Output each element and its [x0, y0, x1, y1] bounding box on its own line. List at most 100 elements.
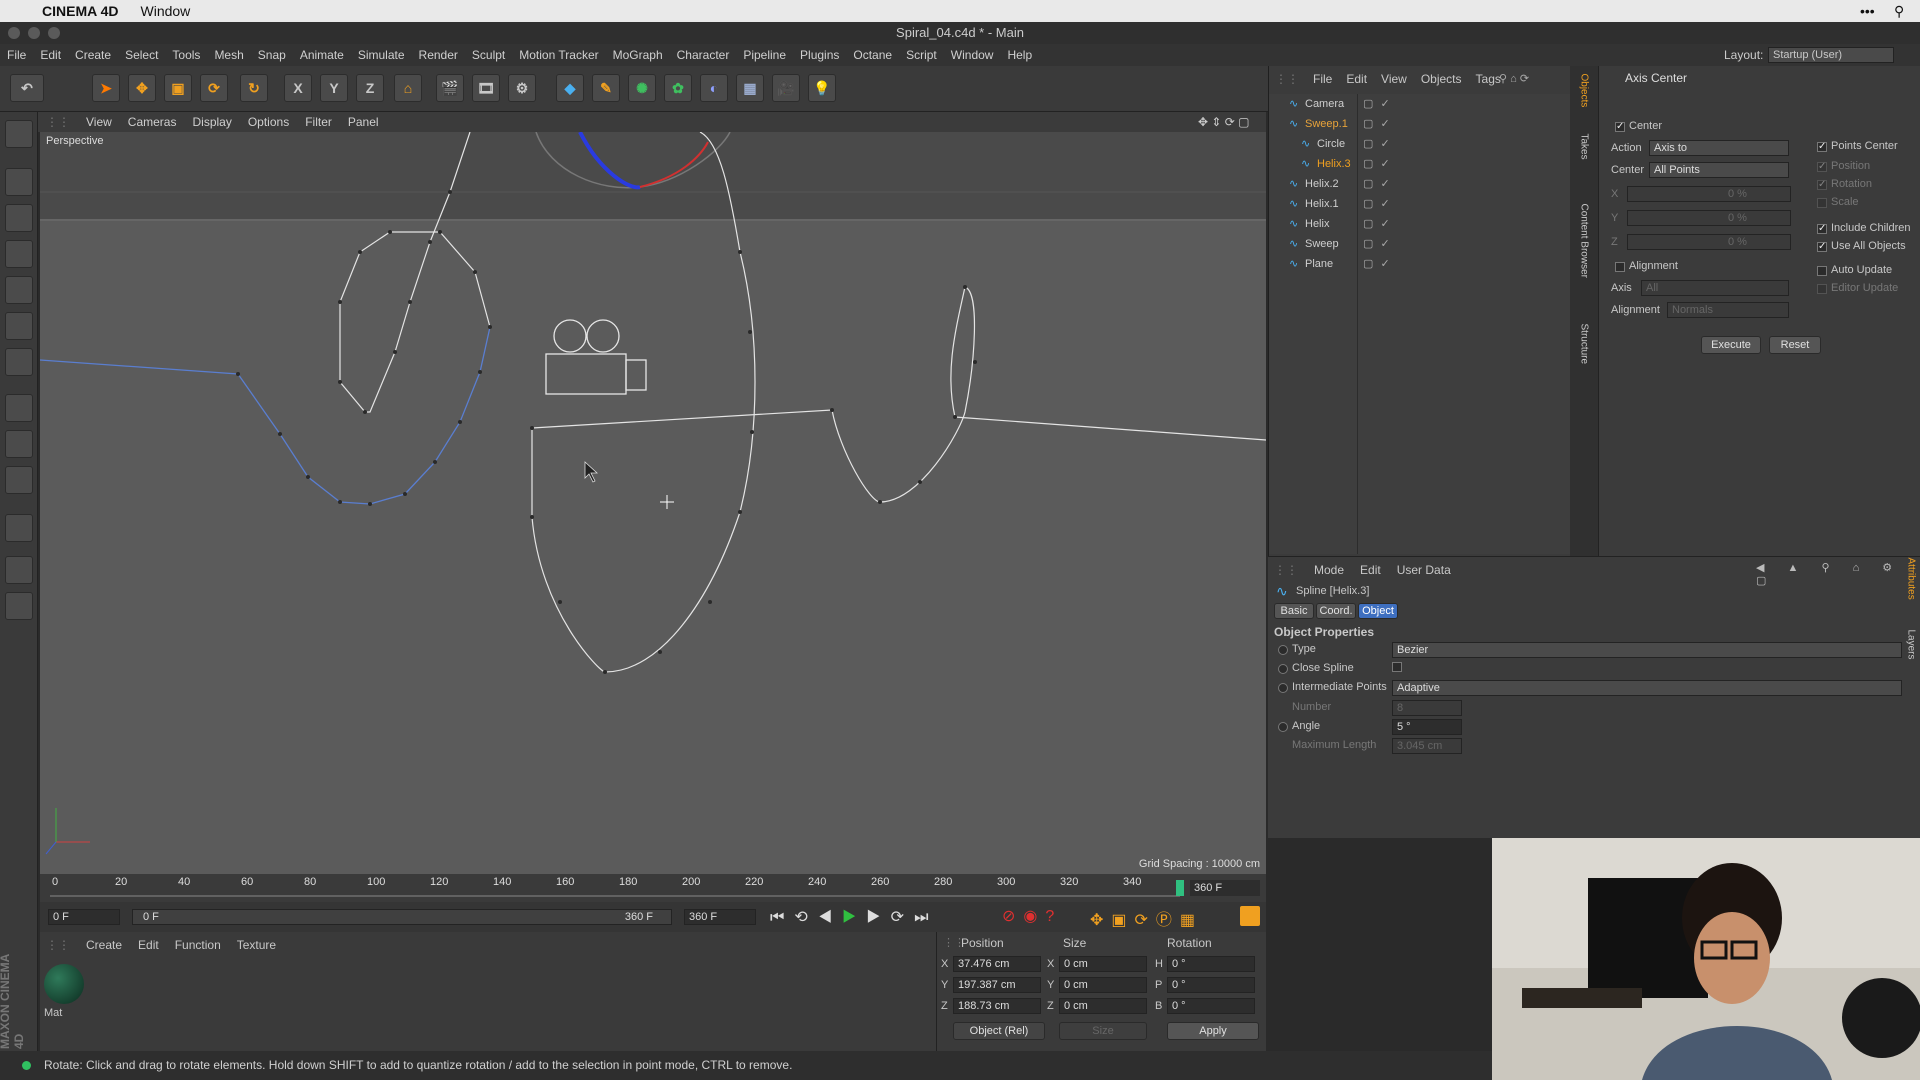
cube-icon[interactable]: ◆ [556, 74, 584, 102]
type-dropdown[interactable]: Bezier [1392, 642, 1902, 658]
object-name[interactable]: Helix.1 [1305, 194, 1339, 214]
object-row-helix-2[interactable]: ∿ Helix.2 ▢ ✓ [1269, 174, 1571, 194]
number-field[interactable]: 8 [1392, 700, 1462, 716]
menu-select[interactable]: Select [118, 48, 165, 62]
pen-spline-icon[interactable]: ✎ [592, 74, 620, 102]
viewport-menu-panel[interactable]: Panel [340, 115, 387, 129]
visibility-flags-icon[interactable]: ▢ ✓ [1363, 174, 1392, 194]
next-frame-icon[interactable]: ▶ [866, 909, 890, 926]
max-frame-field[interactable]: 360 F [684, 909, 756, 925]
attr-menu-edit[interactable]: Edit [1360, 563, 1381, 577]
viewport-menu-filter[interactable]: Filter [297, 115, 340, 129]
visibility-flags-icon[interactable]: ▢ ✓ [1363, 214, 1392, 234]
x-axis-button[interactable]: X [284, 74, 312, 102]
menu-motion-tracker[interactable]: Motion Tracker [512, 48, 605, 62]
tab-attributes[interactable]: Attributes [1906, 558, 1917, 628]
tab-object[interactable]: Object [1358, 603, 1398, 619]
menu-mograph[interactable]: MoGraph [606, 48, 670, 62]
y-percent-slider[interactable]: 0 % [1627, 210, 1791, 226]
recent-tool-icon[interactable]: ↻ [240, 74, 268, 102]
object-row-sweep-1[interactable]: ∿ Sweep.1 ▢ ✓ [1269, 114, 1571, 134]
layout-dropdown[interactable]: Startup (User) [1768, 47, 1894, 63]
tweak-mode-icon[interactable] [5, 430, 33, 458]
menu-plugins[interactable]: Plugins [793, 48, 846, 62]
angle-field[interactable]: 5 ° [1392, 719, 1462, 735]
planar-workplane-icon[interactable] [5, 592, 33, 620]
menu-file[interactable]: File [0, 48, 33, 62]
coord-mode-dropdown[interactable]: Object (Rel) [953, 1022, 1045, 1040]
objects-menu-tags[interactable]: Tags [1476, 72, 1501, 86]
objects-menu-view[interactable]: View [1381, 72, 1407, 86]
visibility-flags-icon[interactable]: ▢ ✓ [1363, 114, 1392, 134]
frame-range-slider[interactable]: 0 F 360 F [132, 909, 672, 925]
floor-icon[interactable]: ▦ [736, 74, 764, 102]
menu-animate[interactable]: Animate [293, 48, 351, 62]
object-row-plane[interactable]: ∿ Plane ▢ ✓ [1269, 254, 1571, 274]
action-dropdown[interactable]: Axis to [1649, 140, 1789, 156]
workplane-lock-icon[interactable] [5, 556, 33, 584]
object-name[interactable]: Sweep [1305, 234, 1339, 254]
pos-z-field[interactable]: 188.73 cm [953, 998, 1041, 1014]
menu-simulate[interactable]: Simulate [351, 48, 412, 62]
object-name[interactable]: Plane [1305, 254, 1333, 274]
visibility-flags-icon[interactable]: ▢ ✓ [1363, 134, 1392, 154]
menu-window[interactable]: Window [944, 48, 1001, 62]
points-center-checkbox[interactable]: ✓ [1817, 142, 1827, 152]
visibility-flags-icon[interactable]: ▢ ✓ [1363, 94, 1392, 114]
render-settings-icon[interactable]: ⚙ [508, 74, 536, 102]
size-x-field[interactable]: 0 cm [1059, 956, 1147, 972]
axis-dropdown[interactable]: All [1641, 280, 1789, 296]
next-key-icon[interactable]: ⟳ [891, 909, 914, 926]
center-dropdown[interactable]: All Points [1649, 162, 1789, 178]
viewport-menu-cameras[interactable]: Cameras [120, 115, 185, 129]
viewport-menu-view[interactable]: View [78, 115, 120, 129]
menu-pipeline[interactable]: Pipeline [736, 48, 793, 62]
minimize-window-button[interactable] [28, 27, 40, 39]
rot-p-field[interactable]: 0 ° [1167, 977, 1255, 993]
object-row-sweep[interactable]: ∿ Sweep ▢ ✓ [1269, 234, 1571, 254]
snap-magnet-icon[interactable] [5, 514, 33, 542]
material-name[interactable]: Mat [44, 1007, 62, 1019]
workplane-icon[interactable] [5, 240, 33, 268]
render-picture-viewer-icon[interactable]: 🎞 [472, 74, 500, 102]
attr-menu-mode[interactable]: Mode [1314, 563, 1344, 577]
material-menu-texture[interactable]: Texture [237, 938, 276, 952]
timeline-window-icon[interactable] [1240, 906, 1260, 926]
object-name[interactable]: Helix [1305, 214, 1329, 234]
menu-help[interactable]: Help [1000, 48, 1039, 62]
menu-snap[interactable]: Snap [251, 48, 293, 62]
attr-nav-icons[interactable]: ◀ ▲ ⚲ ⌂ ⚙ ▢ [1756, 561, 1920, 587]
intermediate-anim-icon[interactable] [1278, 683, 1288, 693]
object-name[interactable]: Helix.2 [1305, 174, 1339, 194]
tab-objects[interactable]: Objects [1579, 74, 1590, 130]
material-swatch[interactable] [44, 964, 84, 1004]
keyframe-selection-icon[interactable]: ? [1045, 908, 1062, 925]
rot-b-field[interactable]: 0 ° [1167, 998, 1255, 1014]
objects-search-icon[interactable]: ⚲ ⌂ ⟳ [1499, 72, 1529, 85]
material-grip-icon[interactable]: ⋮⋮ [46, 938, 70, 952]
axis-mode-icon[interactable] [5, 394, 33, 422]
solo-icon[interactable] [5, 466, 33, 494]
key-type-icons[interactable]: ✥▣⟳Ⓟ▦ [1090, 906, 1203, 930]
timeline-end-field[interactable]: 360 F [1190, 880, 1260, 896]
object-name[interactable]: Circle [1317, 134, 1345, 154]
prev-key-icon[interactable]: ⟲ [794, 909, 817, 926]
timeline-ruler[interactable]: 0 20 40 60 80 100 120 140 160 180 200 220 240 260 280 3… [40, 874, 1266, 902]
go-to-start-icon[interactable]: ⏮ [770, 909, 794, 926]
visibility-flags-icon[interactable]: ▢ ✓ [1363, 154, 1392, 174]
cloner-icon[interactable]: ✿ [664, 74, 692, 102]
polygons-mode-icon[interactable] [5, 348, 33, 376]
scale-checkbox[interactable] [1817, 198, 1827, 208]
coordinate-system-icon[interactable]: ⌂ [394, 74, 422, 102]
size-y-field[interactable]: 0 cm [1059, 977, 1147, 993]
menu-sculpt[interactable]: Sculpt [465, 48, 512, 62]
use-all-objects-checkbox[interactable]: ✓ [1817, 242, 1827, 252]
center-checkbox[interactable]: ✓ [1615, 122, 1625, 132]
intermediate-points-dropdown[interactable]: Adaptive [1392, 680, 1902, 696]
more-icon[interactable]: ••• [1860, 3, 1875, 19]
max-length-field[interactable]: 3.045 cm [1392, 738, 1462, 754]
window-menu[interactable]: Window [141, 3, 191, 19]
timeline-playhead[interactable] [1176, 880, 1184, 896]
reset-button[interactable]: Reset [1769, 336, 1821, 354]
visibility-flags-icon[interactable]: ▢ ✓ [1363, 194, 1392, 214]
